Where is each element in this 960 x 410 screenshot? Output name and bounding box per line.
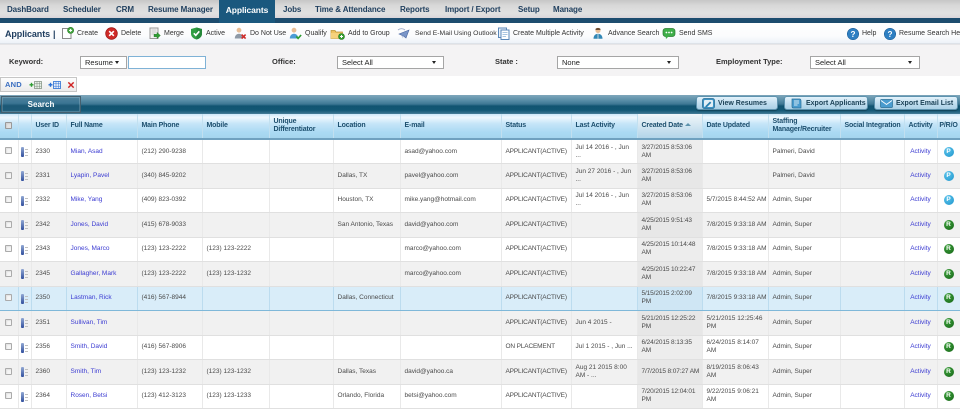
svg-text:?: ?	[850, 29, 855, 38]
svg-text:?: ?	[887, 29, 892, 38]
